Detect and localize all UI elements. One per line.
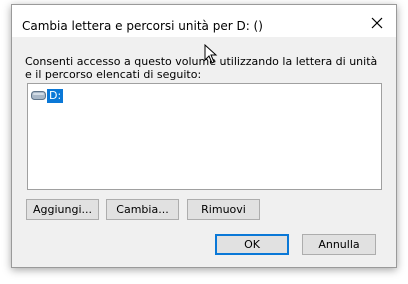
close-button[interactable] [366, 13, 388, 33]
ok-button[interactable]: OK [215, 234, 289, 255]
description-text: Consenti accesso a questo volume utilizz… [25, 55, 378, 81]
title-bar: Cambia lettera e percorsi unità per D: (… [12, 5, 396, 37]
close-icon [371, 17, 383, 29]
list-item-label: D: [47, 88, 64, 103]
add-button[interactable]: Aggiungi... [26, 199, 99, 220]
change-drive-letter-dialog: Cambia lettera e percorsi unità per D: (… [11, 4, 397, 268]
cancel-button[interactable]: Annulla [302, 234, 376, 255]
remove-button[interactable]: Rimuovi [187, 199, 260, 220]
list-item[interactable]: D: [31, 88, 64, 103]
drive-path-list[interactable]: D: [27, 83, 382, 190]
drive-icon [31, 91, 46, 100]
dialog-title: Cambia lettera e percorsi unità per D: (… [22, 19, 263, 33]
change-button[interactable]: Cambia... [106, 199, 179, 220]
